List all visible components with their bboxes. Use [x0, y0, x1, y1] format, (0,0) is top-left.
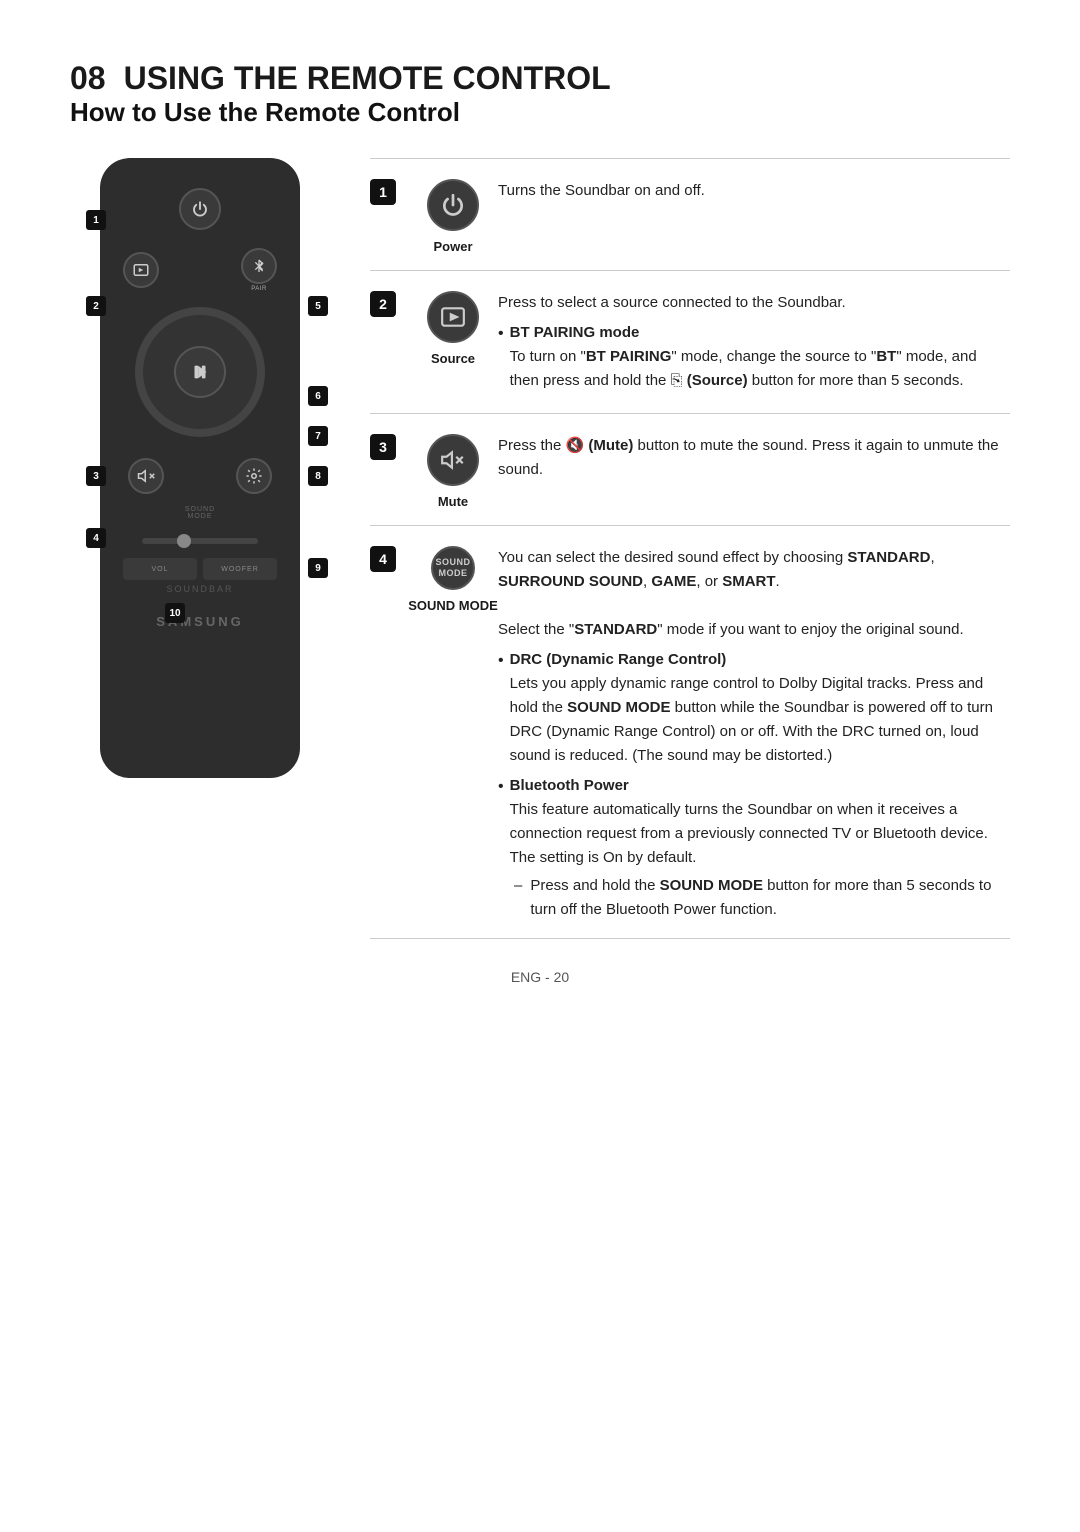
soundbar-label: SOUNDBAR	[166, 584, 233, 594]
sound-mode-label: SOUND MODE	[408, 598, 498, 613]
remote-num-10: 10	[165, 603, 185, 623]
section-title: How to Use the Remote Control	[70, 97, 1010, 128]
source-btn-remote	[123, 252, 159, 288]
remote-num-7: 7	[308, 426, 328, 446]
table-row: 4 SOUNDMODE SOUND MODE You can select th…	[370, 525, 1010, 939]
power-label: Power	[433, 239, 472, 254]
num-badge-3: 3	[370, 434, 396, 460]
remote-body: PAIR	[100, 158, 300, 778]
dpad-remote	[135, 307, 265, 437]
remote-num-9: 9	[308, 558, 328, 578]
source-icon-btn	[427, 291, 479, 343]
num-badge-2: 2	[370, 291, 396, 317]
page-footer: ENG - 20	[70, 969, 1010, 985]
remote-num-5: 5	[308, 296, 328, 316]
bt-pair-btn-remote: PAIR	[241, 248, 277, 292]
vol-woofer-row: VOL WOOFER	[118, 558, 282, 580]
remote-num-3: 3	[86, 466, 106, 486]
settings-btn-remote	[236, 458, 272, 494]
remote-num-1: 1	[86, 210, 106, 230]
mute-icon-btn	[427, 434, 479, 486]
mute-btn-remote	[128, 458, 164, 494]
play-pause-btn	[174, 346, 226, 398]
remote-num-8: 8	[308, 466, 328, 486]
num-badge-4: 4	[370, 546, 396, 572]
num-badge-1: 1	[370, 179, 396, 205]
source-label: Source	[431, 351, 475, 366]
vol-btn: VOL	[123, 558, 197, 580]
remote-num-4: 4	[86, 528, 106, 548]
sound-mode-icon-btn: SOUNDMODE	[431, 546, 475, 590]
mute-desc: Press the 🔇 (Mute) button to mute the so…	[498, 430, 1010, 509]
power-desc: Turns the Soundbar on and off.	[498, 175, 1010, 254]
slider-remote	[118, 534, 282, 548]
remote-illustration: 1 2 3 4 5 6 7 8 9 10	[70, 158, 330, 778]
power-btn-remote	[179, 188, 221, 230]
remote-num-2: 2	[86, 296, 106, 316]
feature-table: 1 Power Turns the Soundbar on and off. 2	[370, 158, 1010, 939]
sound-mode-desc: You can select the desired sound effect …	[498, 542, 1010, 922]
table-row: 2 Source Press to select a source connec…	[370, 270, 1010, 413]
power-icon-btn	[427, 179, 479, 231]
woofer-btn: WOOFER	[203, 558, 277, 580]
sound-mode-label-remote: SOUND MODE	[185, 506, 215, 520]
page-title: 08USING THE REMOTE CONTROL	[70, 60, 1010, 97]
source-desc: Press to select a source connected to th…	[498, 287, 1010, 397]
remote-num-6: 6	[308, 386, 328, 406]
mute-label: Mute	[438, 494, 468, 509]
pair-label: PAIR	[251, 286, 267, 292]
table-row: 1 Power Turns the Soundbar on and off.	[370, 158, 1010, 270]
table-row: 3 Mute Press the 🔇 (Mute) button to mute…	[370, 413, 1010, 525]
